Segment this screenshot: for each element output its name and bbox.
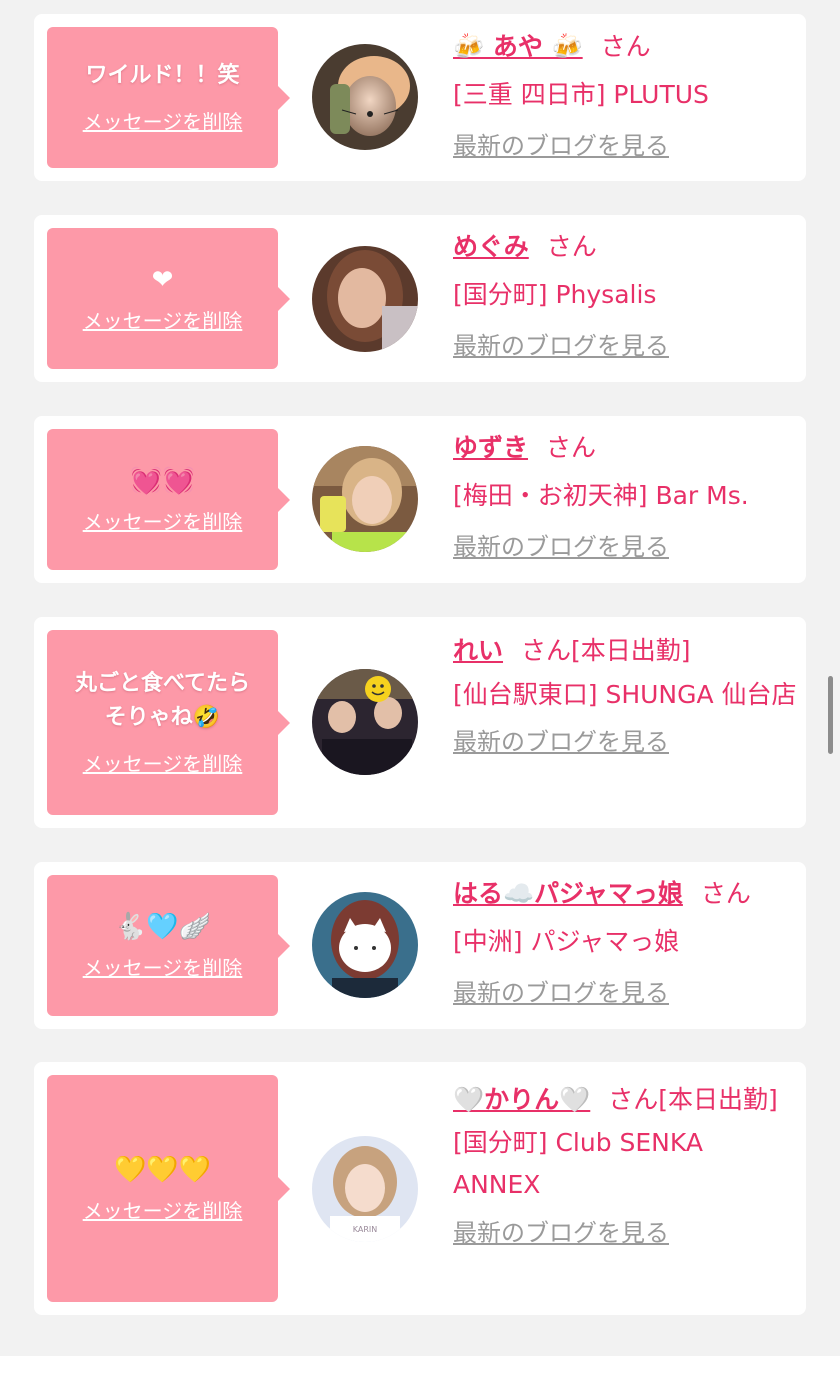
scrollbar[interactable]: [828, 676, 833, 754]
avatar[interactable]: [312, 892, 418, 998]
shop-text: [中洲] パジャマっ娘: [453, 927, 680, 956]
message-bubble: 💛💛💛 メッセージを削除: [47, 1075, 290, 1302]
message-bubble: ワイルド！！笑 メッセージを削除: [47, 27, 290, 168]
shop-text: [梅田・お初天神] Bar Ms.: [453, 481, 749, 510]
shop-text: [国分町] Club SENKA ANNEX: [453, 1128, 703, 1199]
cast-info: 🤍かりん🤍 さん[本日出勤] [国分町] Club SENKA ANNEX 最新の…: [453, 1078, 798, 1250]
shop-text: [仙台駅東口] SHUNGA 仙台店: [453, 680, 797, 709]
message-text: ワイルド！！笑: [85, 62, 240, 88]
woman-portrait-avatar: [312, 246, 418, 352]
honorific: さん: [546, 232, 597, 261]
name-line: れい さん[本日出勤]: [453, 631, 798, 671]
avatar[interactable]: KARIN: [312, 1136, 418, 1242]
message-bubble: 🐇🩵🪽 メッセージを削除: [47, 875, 290, 1016]
message-card: 丸ごと食べてたら そりゃね🤣 メッセージを削除 れい さん[本日出勤] [仙台駅東…: [34, 617, 806, 828]
name-line: 🍻 あや 🍻 さん: [453, 27, 798, 67]
honorific: さん: [546, 433, 597, 462]
honorific: さん: [600, 32, 651, 61]
latest-blog-link[interactable]: 最新のブログを見る: [453, 129, 669, 163]
message-text: ❤: [151, 264, 174, 295]
cast-name-link[interactable]: ゆずき: [453, 433, 528, 462]
message-text: 丸ごと食べてたら そりゃね🤣: [74, 670, 251, 730]
cast-info: めぐみ さん [国分町] Physalis 最新のブログを見る: [453, 227, 798, 363]
page-footer-area: [0, 1356, 840, 1395]
delete-message-link[interactable]: メッセージを削除: [83, 107, 243, 137]
woman-cat-mask-avatar: [312, 892, 418, 998]
name-line: はる☁️パジャマっ娘 さん: [453, 874, 798, 914]
attendance-badge: [本日出勤]: [658, 1085, 778, 1114]
avatar[interactable]: [312, 446, 418, 552]
cast-info: 🍻 あや 🍻 さん [三重 四日市] PLUTUS 最新のブログを見る: [453, 27, 798, 163]
avatar[interactable]: [312, 44, 418, 150]
avatar[interactable]: [312, 246, 418, 352]
message-bubble: ❤ メッセージを削除: [47, 228, 290, 369]
name-line: めぐみ さん: [453, 227, 798, 267]
delete-message-link[interactable]: メッセージを削除: [83, 507, 243, 537]
message-card: 🐇🩵🪽 メッセージを削除 はる☁️パジャマっ娘 さん [中洲] パジャマっ娘 最新…: [34, 862, 806, 1029]
cast-info: ゆずき さん [梅田・お初天神] Bar Ms. 最新のブログを見る: [453, 428, 798, 564]
woman-with-drink-avatar: [312, 446, 418, 552]
cast-info: はる☁️パジャマっ娘 さん [中洲] パジャマっ娘 最新のブログを見る: [453, 874, 798, 1010]
message-card: ワイルド！！笑 メッセージを削除 🍻 あや 🍻 さん [三重 四日市] PLUTU…: [34, 14, 806, 181]
attendance-badge: [本日出勤]: [571, 636, 691, 665]
honorific: さん: [700, 879, 751, 908]
shop-text: [三重 四日市] PLUTUS: [453, 80, 709, 109]
message-text: 🐇🩵🪽: [113, 911, 212, 942]
delete-message-link[interactable]: メッセージを削除: [83, 749, 243, 779]
message-card: ❤ メッセージを削除 めぐみ さん [国分町] Physalis 最新のブログを見…: [34, 215, 806, 382]
latest-blog-link[interactable]: 最新のブログを見る: [453, 1216, 669, 1250]
svg-text:KARIN: KARIN: [353, 1225, 377, 1234]
cast-name-link[interactable]: 🤍かりん🤍: [453, 1085, 590, 1114]
message-text: 💓💓: [130, 465, 195, 496]
honorific: さん: [521, 636, 572, 665]
cast-name-link[interactable]: めぐみ: [453, 232, 529, 261]
cast-info: れい さん[本日出勤] [仙台駅東口] SHUNGA 仙台店 最新のブログを見る: [453, 631, 798, 759]
shop-text: [国分町] Physalis: [453, 280, 657, 309]
name-line: 🤍かりん🤍 さん[本日出勤]: [453, 1078, 798, 1122]
name-line: ゆずき さん: [453, 428, 798, 468]
delete-message-link[interactable]: メッセージを削除: [83, 1196, 243, 1226]
latest-blog-link[interactable]: 最新のブログを見る: [453, 725, 669, 759]
cast-name-link[interactable]: はる☁️パジャマっ娘: [453, 879, 683, 908]
cast-name-link[interactable]: れい: [453, 636, 503, 665]
message-bubble: 💓💓 メッセージを削除: [47, 429, 290, 570]
latest-blog-link[interactable]: 最新のブログを見る: [453, 530, 669, 564]
honorific: さん: [608, 1085, 659, 1114]
delete-message-link[interactable]: メッセージを削除: [83, 306, 243, 336]
group-photo-smiley-avatar: [312, 669, 418, 775]
woman-with-cat-filter-avatar: [312, 44, 418, 150]
latest-blog-link[interactable]: 最新のブログを見る: [453, 976, 669, 1010]
cast-name-link[interactable]: 🍻 あや 🍻: [453, 32, 583, 61]
delete-message-link[interactable]: メッセージを削除: [83, 953, 243, 983]
avatar[interactable]: [312, 669, 418, 775]
woman-profile-karin-avatar: KARIN: [312, 1136, 418, 1242]
message-card: 💓💓 メッセージを削除 ゆずき さん [梅田・お初天神] Bar Ms. 最新のブ…: [34, 416, 806, 583]
message-bubble: 丸ごと食べてたら そりゃね🤣 メッセージを削除: [47, 630, 290, 815]
latest-blog-link[interactable]: 最新のブログを見る: [453, 329, 669, 363]
message-text: 💛💛💛: [113, 1154, 212, 1185]
message-card: 💛💛💛 メッセージを削除 KARIN 🤍かりん🤍 さん[本日出勤] [国分町] C…: [34, 1062, 806, 1315]
